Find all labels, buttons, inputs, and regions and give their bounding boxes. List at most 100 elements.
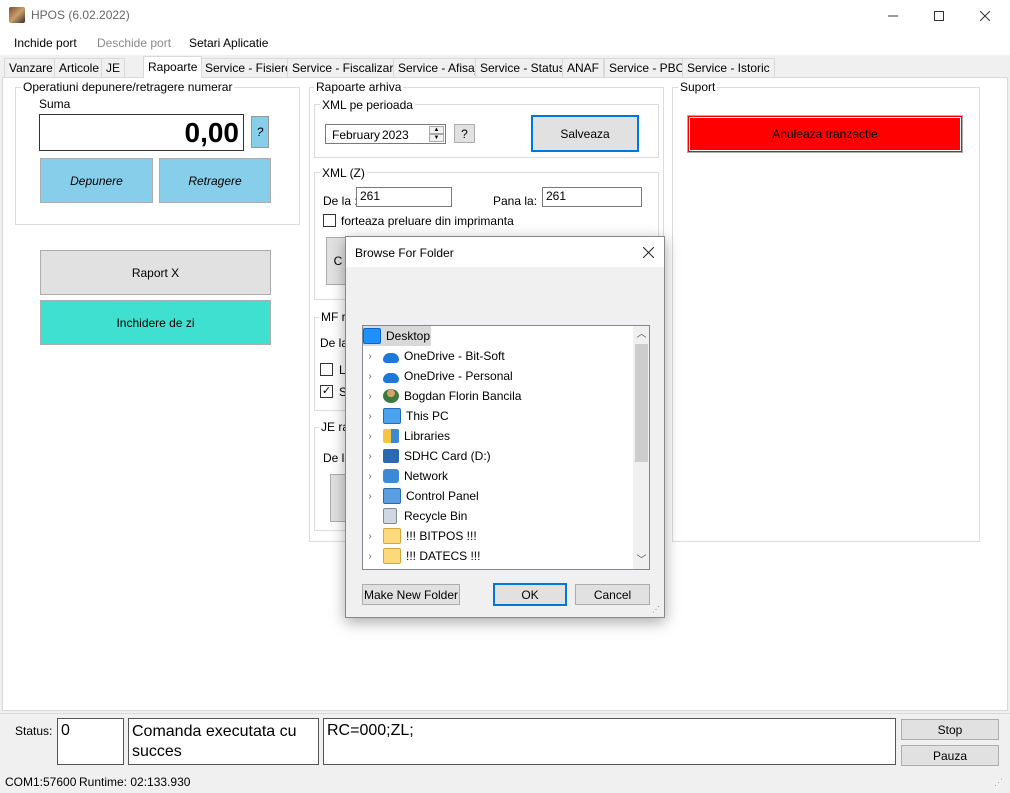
tree-scrollbar[interactable]: ︿ ﹀ [633, 326, 649, 569]
tree-item[interactable]: › This PC [363, 406, 633, 426]
dialog-title: Browse For Folder [355, 246, 454, 260]
spin-up-icon[interactable]: ▲ [429, 126, 444, 134]
save-button[interactable]: Salveaza [531, 115, 639, 152]
chevron-right-icon[interactable]: › [363, 491, 377, 502]
month-year-picker[interactable]: February 2023 ▲ ▼ [325, 124, 446, 144]
spin-down-icon[interactable]: ▼ [429, 134, 444, 142]
force-printer-label: forteaza preluare din imprimanta [341, 214, 514, 228]
mf-checkbox-1[interactable] [320, 363, 333, 376]
menu-settings[interactable]: Setari Aplicatie [189, 36, 268, 50]
make-new-folder-button[interactable]: Make New Folder [362, 584, 460, 605]
stop-button[interactable]: Stop [901, 719, 999, 740]
support-title: Suport [678, 80, 718, 94]
browse-folder-dialog: Browse For Folder Desktop › OneDrive - Bit… [345, 236, 665, 618]
chevron-right-icon[interactable]: › [363, 471, 377, 482]
tab-articole[interactable]: Articole [54, 58, 105, 77]
libraries-icon [383, 429, 399, 443]
status-code: 0 [57, 718, 124, 765]
resize-grip-icon[interactable]: ⋰ [652, 605, 662, 615]
tree-item[interactable]: › !!! DATECS !!! [363, 546, 633, 566]
picker-month: February [332, 128, 381, 142]
tree-item-label: Bogdan Florin Bancila [404, 389, 522, 403]
close-button[interactable] [962, 0, 1008, 31]
cash-ops-title: Operatiuni depunere/retragere numerar [21, 80, 235, 94]
tree-item[interactable]: › Bogdan Florin Bancila [363, 386, 633, 406]
close-icon [642, 246, 654, 258]
cash-help-button[interactable]: ? [251, 116, 269, 148]
tab-service-afisaj[interactable]: Service - Afisaj [393, 58, 483, 77]
chevron-right-icon[interactable]: › [363, 451, 377, 462]
period-help-button[interactable]: ? [454, 124, 475, 143]
xml-z-title: XML (Z) [320, 166, 367, 180]
scroll-up-icon[interactable]: ︿ [633, 326, 649, 343]
tab-anaf[interactable]: ANAF [562, 58, 605, 77]
xml-z-to-input[interactable]: 261 [542, 187, 642, 207]
chevron-right-icon[interactable]: › [363, 371, 377, 382]
dialog-close-button[interactable] [638, 244, 658, 260]
scroll-down-icon[interactable]: ﹀ [633, 552, 649, 569]
amount-display[interactable]: 0,00 [39, 114, 244, 151]
tree-item-label: This PC [406, 409, 449, 423]
x-report-button[interactable]: Raport X [40, 250, 271, 295]
tree-item[interactable]: › Network [363, 466, 633, 486]
xml-z-from-label: De la : [323, 194, 358, 208]
maximize-button[interactable] [916, 0, 962, 31]
chevron-right-icon[interactable]: › [363, 551, 377, 562]
menu-close-port[interactable]: Inchide port [14, 36, 77, 50]
tree-item[interactable]: › Libraries [363, 426, 633, 446]
minimize-icon [888, 15, 898, 16]
tab-je[interactable]: JE [101, 58, 126, 77]
xml-period-title: XML pe perioada [320, 98, 415, 112]
chevron-right-icon[interactable]: › [363, 431, 377, 442]
chevron-right-icon[interactable]: › [363, 411, 377, 422]
deposit-button[interactable]: Depunere [40, 158, 153, 203]
tree-item[interactable]: › !!! BITPOS !!! [363, 526, 633, 546]
cloud-icon [383, 372, 399, 383]
chevron-right-icon[interactable]: › [363, 531, 377, 542]
tab-rapoarte[interactable]: Rapoarte [143, 56, 203, 78]
chevron-right-icon[interactable]: › [363, 391, 377, 402]
dialog-ok-button[interactable]: OK [493, 583, 567, 606]
title-bar [0, 0, 1010, 31]
status-label: Status: [15, 724, 53, 738]
pause-button[interactable]: Pauza [901, 745, 999, 766]
sum-label: Suma [39, 97, 71, 111]
tree-item[interactable]: › SDHC Card (D:) [363, 446, 633, 466]
minimize-button[interactable] [870, 0, 916, 31]
dialog-cancel-button[interactable]: Cancel [575, 584, 650, 605]
window-title: HPOS (6.02.2022) [31, 8, 130, 22]
force-printer-checkbox[interactable] [323, 214, 336, 227]
app-icon [9, 7, 25, 23]
xml-z-from-input[interactable]: 261 [356, 187, 452, 207]
mf-from-label: De la [320, 336, 349, 350]
picker-year: 2023 [382, 128, 409, 142]
mf-checkbox-2[interactable]: ✓ [320, 385, 333, 398]
tab-service-pbc[interactable]: Service - PBC [604, 58, 690, 77]
recycle-bin-icon [383, 508, 397, 524]
tab-service-fisiere[interactable]: Service - Fisiere [200, 58, 297, 77]
runtime-info: Runtime: 02:133.930 [79, 775, 191, 789]
tree-item[interactable]: Recycle Bin [363, 506, 633, 526]
tab-service-fiscalizare[interactable]: Service - Fiscalizare [287, 58, 406, 77]
chevron-right-icon[interactable]: › [363, 351, 377, 362]
folder-tree[interactable]: Desktop › OneDrive - Bit-Soft › OneDrive - P… [362, 325, 650, 570]
tree-item-label: Desktop [386, 329, 431, 343]
tree-item[interactable]: › OneDrive - Bit-Soft [363, 346, 633, 366]
cloud-icon [383, 352, 399, 363]
tab-vanzare[interactable]: Vanzare [4, 58, 58, 77]
window-resize-grip-icon[interactable]: ⋰ [994, 777, 1003, 788]
folder-icon [383, 528, 401, 544]
user-icon [383, 389, 399, 403]
network-icon [383, 469, 399, 483]
scroll-thumb[interactable] [635, 344, 648, 462]
tree-item[interactable]: › Control Panel [363, 486, 633, 506]
tree-item[interactable]: › OneDrive - Personal [363, 366, 633, 386]
withdraw-button[interactable]: Retragere [159, 158, 271, 203]
tree-item-label: !!! BITPOS !!! [406, 529, 477, 543]
day-close-button[interactable]: Inchidere de zi [40, 300, 271, 345]
tree-item[interactable]: Desktop [363, 326, 431, 346]
cancel-transaction-button[interactable]: Anuleaza tranzactie [687, 115, 963, 153]
menu-open-port[interactable]: Deschide port [97, 36, 171, 50]
tab-service-status[interactable]: Service - Status [475, 58, 570, 77]
tab-service-istoric[interactable]: Service - Istoric [682, 58, 775, 77]
